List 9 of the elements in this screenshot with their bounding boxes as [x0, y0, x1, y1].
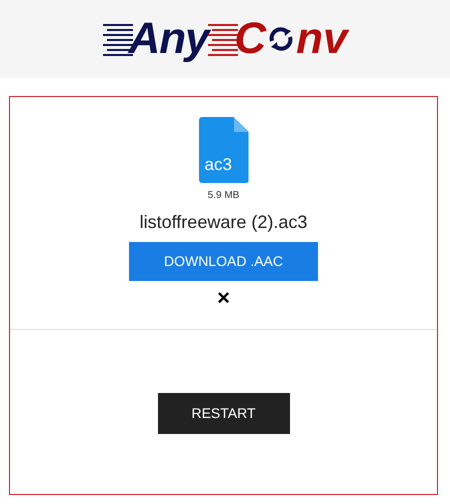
logo-text: C [234, 17, 266, 61]
logo-text: nv [296, 17, 348, 61]
file-size: 5.9 MB [208, 189, 240, 203]
download-button[interactable]: DOWNLOAD .AAC [129, 242, 318, 281]
file-extension: ac3 [204, 156, 232, 173]
restart-button[interactable]: RESTART [158, 393, 290, 434]
remove-button[interactable]: × [217, 287, 230, 309]
file-name: listoffreeware (2).ac3 [140, 211, 308, 234]
refresh-icon [268, 25, 294, 53]
